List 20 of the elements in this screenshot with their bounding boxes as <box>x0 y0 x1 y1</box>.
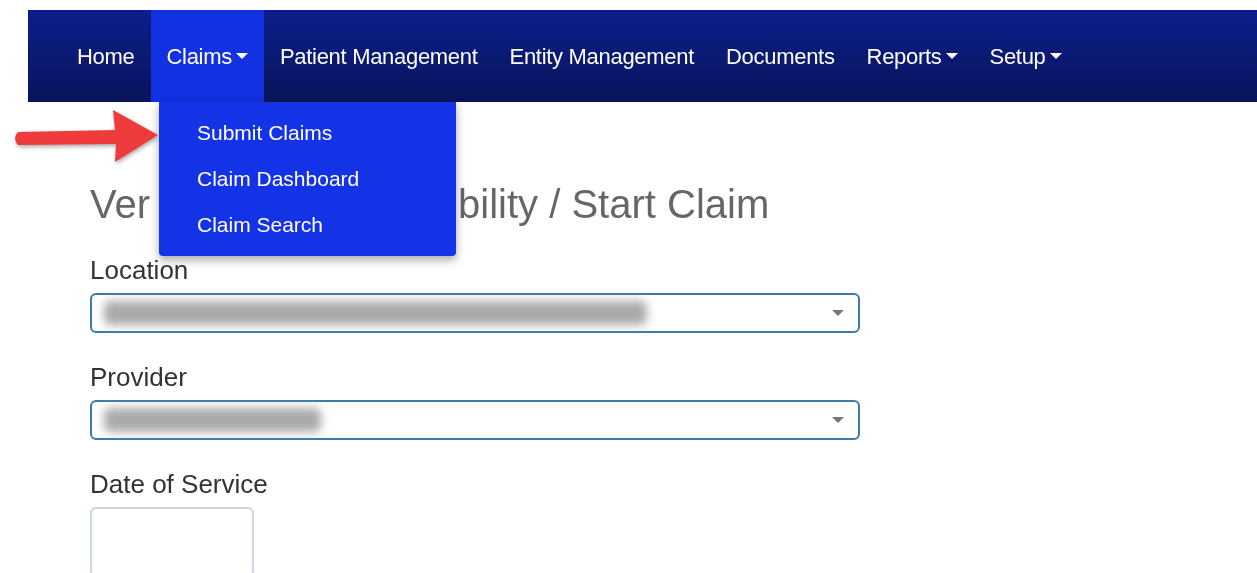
page-heading: bility / Start Claim <box>458 181 770 228</box>
field-label: Location <box>90 255 189 285</box>
date-field[interactable] <box>90 507 254 573</box>
nav-link[interactable]: Entity Management <box>493 10 710 102</box>
select-field[interactable] <box>90 400 860 440</box>
caret-icon <box>832 310 844 316</box>
select-field[interactable] <box>90 293 860 333</box>
nav-link[interactable]: Patient Management <box>263 10 494 102</box>
page-heading: Ver <box>90 181 151 228</box>
field-label: Date of Service <box>90 469 268 499</box>
nav-menu[interactable]: Claims <box>150 10 264 102</box>
caret-icon <box>832 417 844 423</box>
nav-link[interactable]: Home <box>61 10 151 102</box>
nav-menu[interactable]: Setup <box>973 10 1078 102</box>
nav-menu[interactable]: Reports <box>850 10 974 102</box>
field-label: Provider <box>90 362 187 392</box>
menu-item[interactable]: Claim Search <box>159 202 456 248</box>
nav-link[interactable]: Documents <box>710 10 851 102</box>
menu-item[interactable]: Claim Dashboard <box>159 156 456 202</box>
menu-item[interactable]: Submit Claims <box>159 110 456 156</box>
